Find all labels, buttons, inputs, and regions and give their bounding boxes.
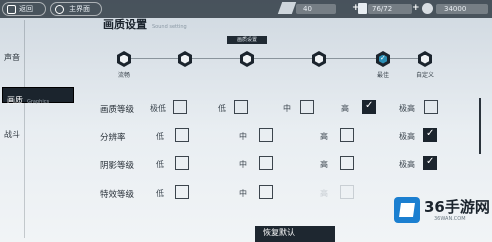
- preset-best-button[interactable]: [376, 51, 390, 67]
- back-icon: [7, 5, 16, 14]
- quality-opt-high-checkbox[interactable]: [362, 100, 376, 114]
- effects-opt-low-checkbox[interactable]: [175, 185, 189, 199]
- sidebar-item-battle[interactable]: 战斗: [4, 129, 20, 140]
- preset-3-button[interactable]: [240, 51, 254, 67]
- preset-custom-button[interactable]: [418, 51, 432, 67]
- scrollbar[interactable]: [479, 98, 481, 154]
- page-title: 画质设置: [103, 18, 147, 31]
- resolution-opt-mid-label: 中: [239, 132, 247, 141]
- resource-2-value: 76/72: [372, 5, 393, 13]
- preset-best-label: 最佳: [376, 72, 389, 79]
- back-button[interactable]: 返回: [2, 2, 46, 16]
- sidebar-item-graphics[interactable]: 画质 Graphics: [2, 87, 74, 105]
- add-resource-2-button[interactable]: +: [412, 3, 420, 13]
- shadow-opt-low-checkbox[interactable]: [175, 156, 189, 170]
- sidebar-item-sound[interactable]: 声音: [4, 52, 20, 63]
- page-subtitle: Sound setting: [152, 24, 187, 30]
- effects-level-label: 特效等级: [100, 190, 135, 200]
- quality-opt-lowest-checkbox[interactable]: [173, 100, 187, 114]
- shadow-opt-mid-checkbox[interactable]: [259, 156, 273, 170]
- shadow-opt-mid-label: 中: [239, 160, 247, 169]
- watermark-name: 36手游网: [424, 198, 490, 216]
- resource-1-value: 40: [303, 5, 312, 13]
- reset-default-button[interactable]: 恢复默认: [255, 226, 335, 242]
- preset-tooltip: 画质设置: [227, 36, 267, 44]
- effects-opt-high-label: 高: [320, 189, 328, 198]
- quality-opt-lowest-label: 极低: [150, 104, 166, 113]
- resolution-label: 分辨率: [100, 133, 126, 143]
- quality-opt-mid-label: 中: [283, 104, 291, 113]
- effects-opt-mid-label: 中: [239, 189, 247, 198]
- quality-opt-mid-checkbox[interactable]: [300, 100, 314, 114]
- effects-opt-mid-checkbox[interactable]: [259, 185, 273, 199]
- effects-opt-low-label: 低: [156, 189, 164, 198]
- coin-icon: [422, 3, 433, 14]
- quality-opt-high-label: 高: [341, 104, 349, 113]
- preset-2-button[interactable]: [178, 51, 192, 67]
- reset-default-label: 恢复默认: [263, 228, 295, 237]
- quality-opt-low-checkbox[interactable]: [234, 100, 248, 114]
- shadow-opt-high-checkbox[interactable]: [340, 156, 354, 170]
- resolution-opt-low-checkbox[interactable]: [175, 128, 189, 142]
- quality-opt-highest-checkbox[interactable]: [424, 100, 438, 114]
- home-label: 主界面: [69, 5, 90, 13]
- resolution-opt-mid-checkbox[interactable]: [259, 128, 273, 142]
- watermark-url: 36WAN.COM: [434, 216, 466, 222]
- effects-opt-high-checkbox[interactable]: [340, 185, 354, 199]
- shadow-opt-low-label: 低: [156, 160, 164, 169]
- sidebar-item-graphics-sub: Graphics: [27, 99, 50, 105]
- preset-custom-label: 自定义: [415, 72, 434, 79]
- shadow-opt-highest-checkbox[interactable]: [423, 156, 437, 170]
- quality-opt-low-label: 低: [218, 104, 226, 113]
- watermark-logo-icon: [394, 197, 420, 223]
- resolution-opt-highest-label: 极高: [399, 132, 415, 141]
- home-icon: [55, 5, 64, 14]
- preset-4-button[interactable]: [312, 51, 326, 67]
- resolution-opt-high-label: 高: [320, 132, 328, 141]
- resolution-opt-high-checkbox[interactable]: [340, 128, 354, 142]
- resource-bar-1: [296, 4, 336, 14]
- back-label: 返回: [19, 5, 33, 13]
- quality-opt-highest-label: 极高: [399, 104, 415, 113]
- shadow-opt-highest-label: 极高: [399, 160, 415, 169]
- quality-level-label: 画质等级: [100, 105, 135, 115]
- preset-smooth-label: 流畅: [117, 72, 130, 79]
- preset-smooth-button[interactable]: [117, 51, 131, 67]
- sidebar-divider: [24, 20, 25, 238]
- resource-3-value: 34000: [444, 5, 467, 13]
- shadow-opt-high-label: 高: [320, 160, 328, 169]
- card-icon: [358, 3, 367, 14]
- sidebar-item-graphics-label: 画质: [7, 96, 23, 105]
- resolution-opt-low-label: 低: [156, 132, 164, 141]
- shadow-level-label: 阴影等级: [100, 161, 135, 171]
- resolution-opt-highest-checkbox[interactable]: [423, 128, 437, 142]
- home-button[interactable]: 主界面: [50, 2, 102, 16]
